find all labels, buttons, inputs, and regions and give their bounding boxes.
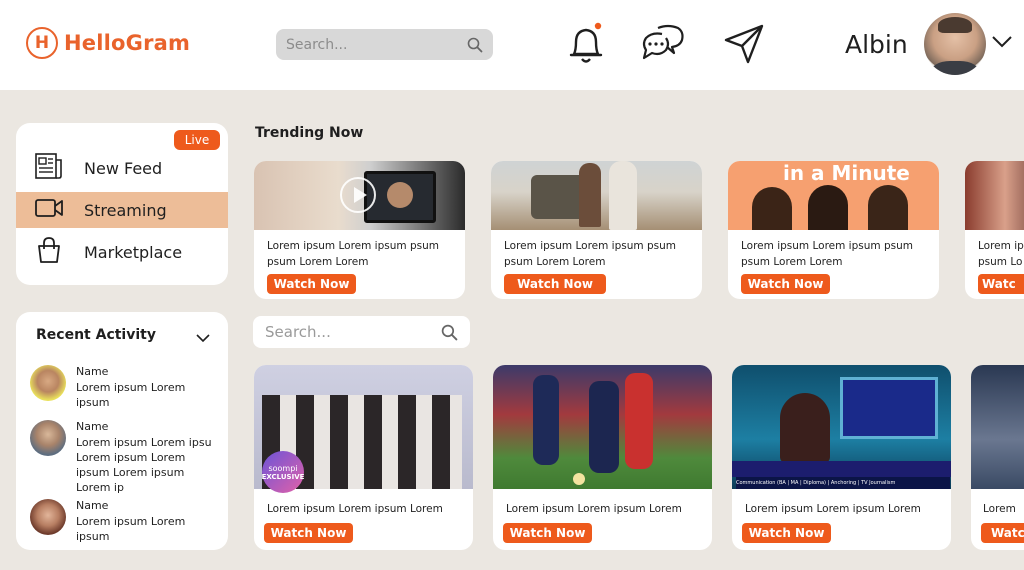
trending-card[interactable]: in a Minute Lorem ipsum Lorem ipsum psum… bbox=[728, 161, 939, 299]
activity-name: Name bbox=[76, 365, 109, 378]
video-card[interactable]: Communication (BA | MA | Diploma) | Anch… bbox=[732, 365, 951, 550]
video-thumbnail[interactable] bbox=[971, 365, 1024, 489]
activity-text: Lorem ipsum Lorem ipsu Lorem ipsum Lorem… bbox=[76, 436, 212, 494]
trending-card[interactable]: Lorem ip psum Lo Watc bbox=[965, 161, 1024, 299]
news-ticker: Communication (BA | MA | Diploma) | Anch… bbox=[736, 477, 950, 489]
content-search-placeholder: Search... bbox=[265, 323, 331, 341]
thumbnail-overlay-text: in a Minute bbox=[783, 161, 910, 185]
user-avatar[interactable] bbox=[924, 13, 986, 75]
shopping-bag-icon bbox=[34, 235, 64, 269]
avatar bbox=[30, 499, 66, 535]
activity-text: Lorem ipsum Lorem ipsum bbox=[76, 381, 186, 409]
search-icon[interactable] bbox=[441, 324, 458, 341]
avatar bbox=[30, 420, 66, 456]
watch-now-button[interactable]: Watc bbox=[978, 274, 1024, 294]
video-card[interactable]: Lorem ipsum Lorem ipsum Lorem Watch Now bbox=[493, 365, 712, 550]
header-search-placeholder: Search... bbox=[286, 36, 348, 53]
watch-now-button[interactable]: Watch Now bbox=[741, 274, 830, 294]
activity-text: Lorem ipsum Lorem ipsum bbox=[76, 515, 186, 543]
recent-activity-panel: Recent Activity Name Lorem ipsum Lorem i… bbox=[16, 312, 228, 550]
activity-item[interactable]: Name Lorem ipsum Lorem ipsum bbox=[30, 499, 226, 543]
content-search-input[interactable]: Search... bbox=[253, 316, 470, 348]
sidebar-item-new-feed[interactable]: New Feed bbox=[16, 150, 228, 186]
badge-label: EXCLUSIVE bbox=[261, 472, 305, 481]
card-text: Lorem ipsum Lorem ipsum psum psum Lorem … bbox=[741, 240, 913, 268]
watch-now-button[interactable]: Watch Now bbox=[264, 523, 353, 543]
card-text: Lorem ipsum Lorem ipsum Lorem bbox=[506, 503, 682, 515]
app-logo[interactable]: H HelloGram bbox=[26, 27, 190, 59]
activity-item[interactable]: Name Lorem ipsum Lorem ipsum bbox=[30, 365, 226, 409]
card-text: Lorem ipsum Lorem ipsum psum psum Lorem … bbox=[504, 240, 676, 268]
video-thumbnail[interactable] bbox=[491, 161, 702, 230]
play-icon[interactable] bbox=[340, 177, 376, 213]
card-text: Lorem ipsum Lorem ipsum Lorem bbox=[745, 503, 921, 515]
chat-icon[interactable] bbox=[640, 22, 686, 70]
avatar bbox=[30, 365, 66, 401]
newspaper-icon bbox=[34, 151, 64, 185]
video-thumbnail[interactable]: in a Minute bbox=[728, 161, 939, 230]
app-name: HelloGram bbox=[64, 31, 191, 55]
activity-name: Name bbox=[76, 499, 109, 512]
sidebar-item-label: New Feed bbox=[84, 158, 163, 178]
chevron-down-icon[interactable] bbox=[991, 34, 1013, 53]
sidebar-item-streaming[interactable]: Streaming bbox=[16, 192, 228, 228]
badge-brand: soompi bbox=[268, 463, 298, 473]
card-text: Lorem ipsum Lorem ipsum psum psum Lorem … bbox=[267, 240, 439, 268]
anchor bbox=[780, 393, 830, 463]
trending-card[interactable]: Lorem ipsum Lorem ipsum psum psum Lorem … bbox=[491, 161, 702, 299]
logo-mark: H bbox=[26, 27, 58, 59]
sidebar-item-label: Streaming bbox=[84, 200, 167, 220]
card-text: Lorem ip psum Lo bbox=[978, 240, 1024, 268]
video-thumbnail[interactable]: Communication (BA | MA | Diploma) | Anch… bbox=[732, 365, 951, 489]
card-text: Lorem bbox=[983, 503, 1016, 515]
presenter-face bbox=[387, 182, 413, 208]
activity-item[interactable]: Name Lorem ipsum Lorem ipsu Lorem ipsum … bbox=[30, 420, 226, 494]
ball bbox=[573, 473, 585, 485]
user-name[interactable]: Albin bbox=[845, 30, 908, 59]
activity-name: Name bbox=[76, 420, 109, 433]
video-thumbnail[interactable] bbox=[493, 365, 712, 489]
bell-icon[interactable] bbox=[566, 20, 606, 72]
video-card[interactable]: Lorem Watc bbox=[971, 365, 1024, 550]
header-search-input[interactable]: Search... bbox=[276, 29, 493, 60]
send-icon[interactable] bbox=[722, 22, 766, 70]
trending-now-title: Trending Now bbox=[255, 125, 364, 141]
studio-screen bbox=[840, 377, 938, 439]
recent-activity-title: Recent Activity bbox=[36, 327, 156, 343]
video-camera-icon bbox=[34, 196, 64, 224]
card-text: Lorem ipsum Lorem ipsum Lorem bbox=[267, 503, 443, 515]
sidebar-item-label: Marketplace bbox=[84, 242, 183, 262]
watch-now-button[interactable]: Watch Now bbox=[504, 274, 606, 294]
video-thumbnail[interactable]: soompi EXCLUSIVE bbox=[254, 365, 473, 493]
trending-card[interactable]: Lorem ipsum Lorem ipsum psum psum Lorem … bbox=[254, 161, 465, 299]
exclusive-badge: soompi EXCLUSIVE bbox=[262, 451, 304, 493]
live-badge[interactable]: Live bbox=[174, 130, 220, 150]
video-thumbnail[interactable] bbox=[254, 161, 465, 230]
watch-now-button[interactable]: Watc bbox=[981, 523, 1024, 543]
chevron-down-icon[interactable] bbox=[196, 328, 210, 347]
watch-now-button[interactable]: Watch Now bbox=[503, 523, 592, 543]
watch-now-button[interactable]: Watch Now bbox=[742, 523, 831, 543]
watch-now-button[interactable]: Watch Now bbox=[267, 274, 356, 294]
sidebar-item-marketplace[interactable]: Marketplace bbox=[16, 234, 228, 270]
video-card[interactable]: soompi EXCLUSIVE Lorem ipsum Lorem ipsum… bbox=[254, 365, 473, 550]
video-thumbnail[interactable] bbox=[965, 161, 1024, 230]
top-bar: H HelloGram Search... Albin bbox=[0, 0, 1024, 90]
search-icon[interactable] bbox=[467, 37, 483, 53]
